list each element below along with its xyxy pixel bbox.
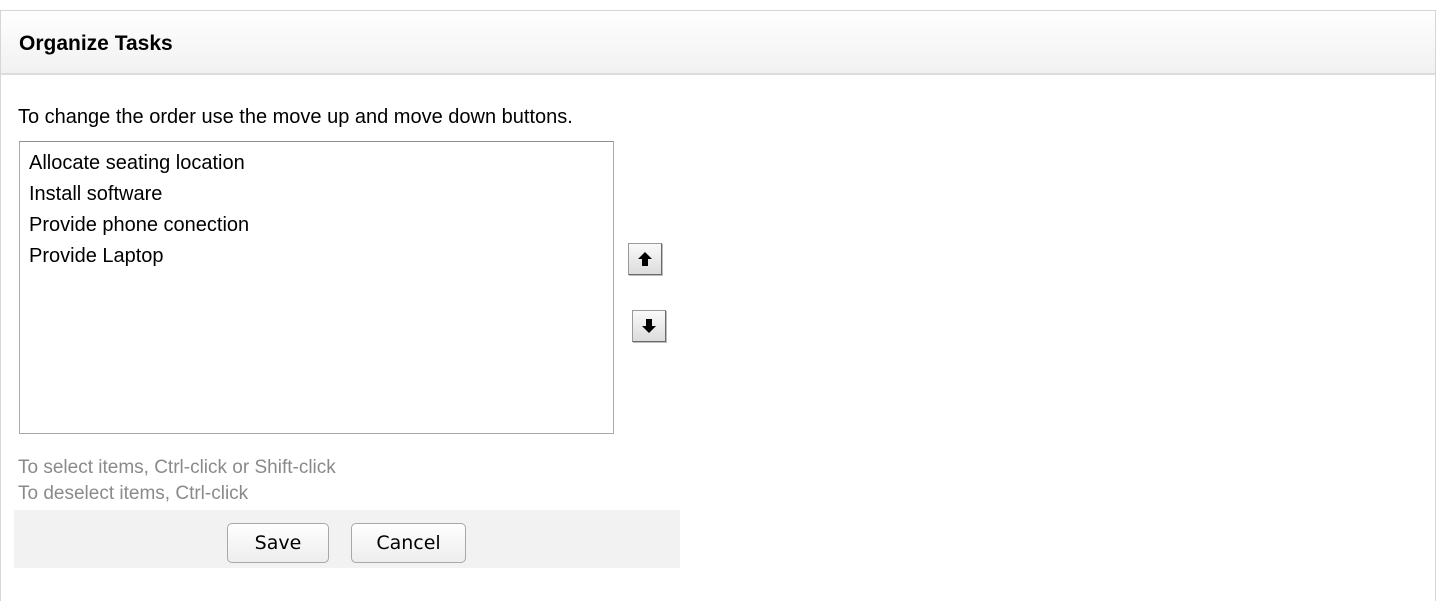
arrow-down-icon xyxy=(641,318,657,334)
panel-header: Organize Tasks xyxy=(1,11,1435,75)
cancel-button[interactable]: Cancel xyxy=(351,523,466,563)
button-bar: Save Cancel xyxy=(14,510,680,568)
list-item[interactable]: Provide phone conection xyxy=(29,210,613,241)
move-up-button[interactable] xyxy=(628,243,662,275)
list-item[interactable]: Provide Laptop xyxy=(29,241,613,272)
move-down-button[interactable] xyxy=(632,310,666,342)
instructions-text: To change the order use the move up and … xyxy=(18,106,573,128)
deselect-hint: To deselect items, Ctrl-click xyxy=(18,483,249,504)
task-listbox[interactable]: Allocate seating location Install softwa… xyxy=(19,141,614,434)
list-item[interactable]: Install software xyxy=(29,179,613,210)
arrow-up-icon xyxy=(637,251,653,267)
save-button[interactable]: Save xyxy=(227,523,329,563)
select-hint: To select items, Ctrl-click or Shift-cli… xyxy=(18,457,336,478)
list-item[interactable]: Allocate seating location xyxy=(29,148,613,179)
panel-title: Organize Tasks xyxy=(19,31,173,55)
